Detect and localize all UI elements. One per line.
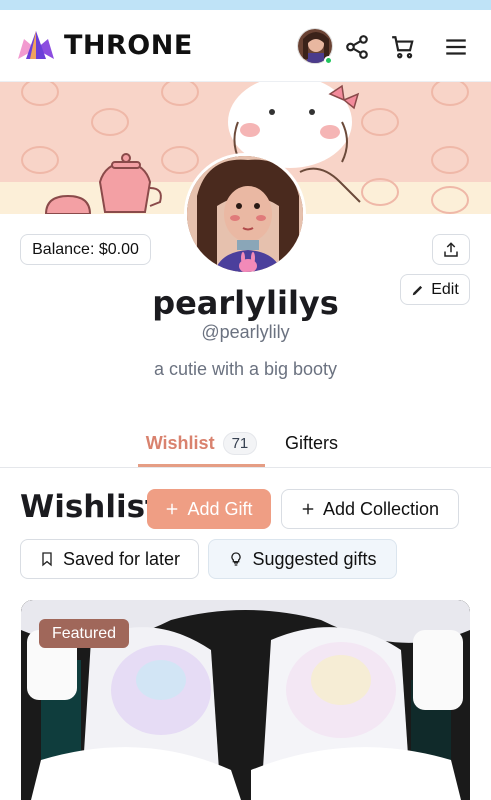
featured-badge: Featured	[39, 619, 129, 648]
balance-badge[interactable]: Balance: $0.00	[20, 234, 151, 265]
add-collection-label: Add Collection	[322, 498, 440, 519]
profile-avatar[interactable]	[184, 153, 306, 275]
profile-bio: a cutie with a big booty	[153, 359, 338, 379]
tab-gifters-label: Gifters	[285, 433, 339, 453]
tab-gifters[interactable]: Gifters	[285, 420, 338, 467]
plus-icon	[167, 503, 178, 515]
cart-icon[interactable]	[390, 34, 416, 60]
suggested-gifts-label: Suggested gifts	[252, 548, 377, 569]
add-gift-button[interactable]: Add Gift	[147, 489, 271, 529]
saved-for-later-label: Saved for later	[62, 548, 181, 569]
add-gift-label: Add Gift	[187, 498, 253, 519]
top-navbar: THRONE	[0, 10, 491, 82]
brand-name[interactable]: THRONE	[64, 30, 193, 61]
throne-logo-icon[interactable]	[16, 29, 56, 63]
browser-top-strip	[0, 0, 491, 10]
profile-tabs: Wishlist 71 Gifters	[0, 420, 491, 468]
profile-handle: @pearlylily	[201, 322, 290, 342]
share-nodes-icon[interactable]	[344, 34, 370, 60]
tab-wishlist-label: Wishlist	[145, 433, 215, 453]
lightbulb-icon	[231, 552, 242, 566]
wishlist-count-badge: 71	[222, 432, 258, 455]
wishlist-section-title: Wishlist	[20, 489, 160, 525]
suggested-gifts-button[interactable]: Suggested gifts	[208, 539, 397, 579]
online-status-dot	[324, 56, 333, 65]
bookmark-icon	[42, 552, 52, 567]
tab-wishlist[interactable]: Wishlist 71	[138, 420, 265, 467]
plus-icon	[302, 503, 314, 515]
add-collection-button[interactable]: Add Collection	[281, 489, 459, 529]
share-profile-button[interactable]	[432, 234, 470, 265]
saved-for-later-button[interactable]: Saved for later	[20, 539, 199, 579]
profile-name: pearlylilys	[152, 284, 339, 322]
active-tab-indicator	[138, 464, 265, 467]
upload-share-icon	[444, 241, 458, 257]
hamburger-menu-icon[interactable]	[443, 34, 469, 60]
